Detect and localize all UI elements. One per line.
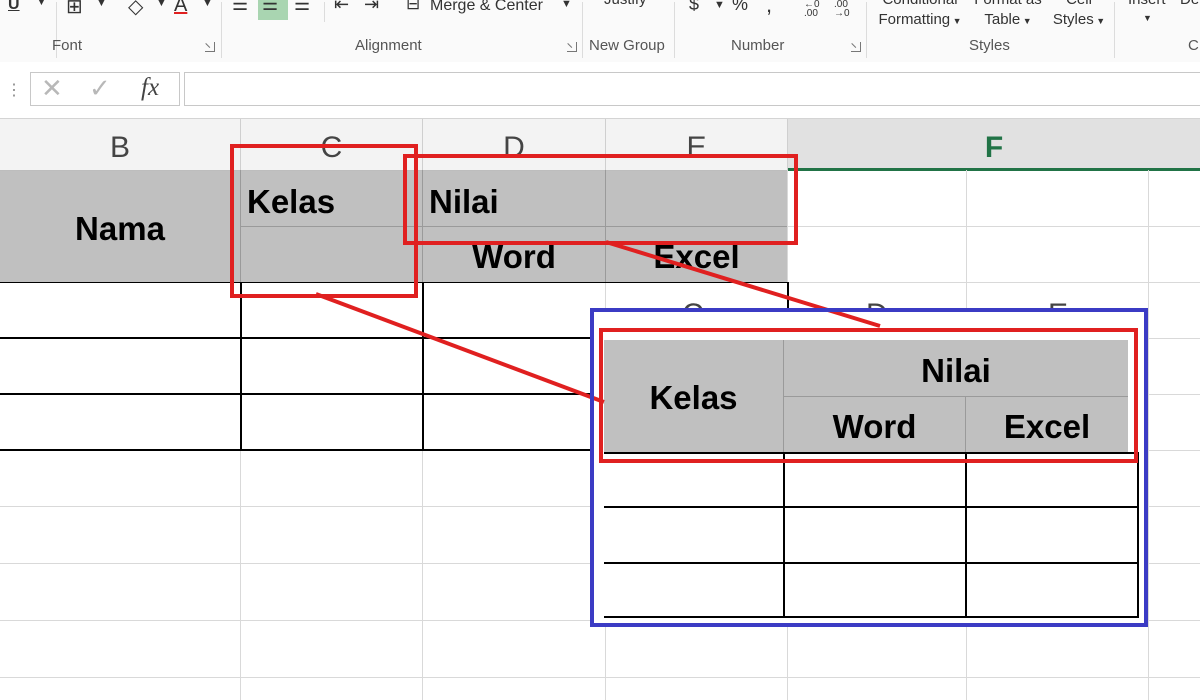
highlight-kelas-box bbox=[230, 144, 418, 298]
arrow-kelas-line bbox=[315, 292, 605, 404]
highlight-nilai-box bbox=[403, 154, 798, 245]
inset-frame-box bbox=[590, 308, 1148, 627]
